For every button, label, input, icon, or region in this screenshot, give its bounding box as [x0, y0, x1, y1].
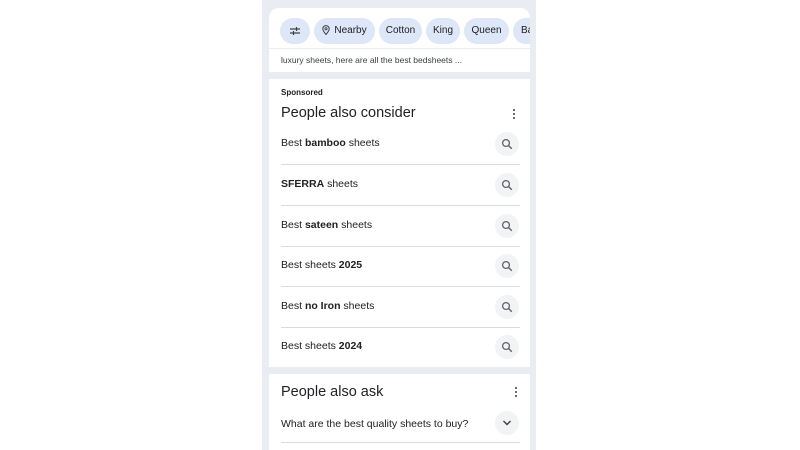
more-options-icon[interactable] — [513, 387, 519, 401]
filter-chip-truncated[interactable]: Ba — [513, 18, 530, 44]
chevron-down-icon — [503, 420, 511, 426]
related-search-row[interactable]: Best sateen sheets — [281, 206, 520, 247]
filter-chip-nearby[interactable]: Nearby — [314, 18, 375, 44]
search-button[interactable] — [495, 295, 519, 319]
related-search-row[interactable]: SFERRA sheets — [281, 165, 520, 206]
filter-chips-card: Nearby Cotton King Queen Ba luxury sheet… — [269, 8, 530, 72]
related-search-label: Best no Iron sheets — [281, 300, 375, 312]
divider — [269, 48, 530, 49]
search-icon — [501, 301, 513, 313]
filter-chip-label: King — [432, 25, 453, 36]
mobile-search-results: Nearby Cotton King Queen Ba luxury sheet… — [262, 0, 536, 450]
result-snippet: luxury sheets, here are all the best bed… — [281, 55, 462, 65]
search-button[interactable] — [495, 254, 519, 278]
filter-chip-cotton[interactable]: Cotton — [379, 18, 422, 44]
search-icon — [501, 138, 513, 150]
related-search-row[interactable]: Best no Iron sheets — [281, 287, 520, 328]
search-button[interactable] — [495, 335, 519, 359]
filter-chip-label: Nearby — [334, 25, 367, 36]
filter-sliders-icon — [290, 27, 300, 35]
related-search-label: SFERRA sheets — [281, 178, 359, 190]
filter-chip-label: Queen — [471, 25, 502, 36]
search-icon — [501, 341, 513, 353]
location-pin-icon — [322, 25, 331, 36]
search-button[interactable] — [495, 132, 519, 156]
search-icon — [501, 179, 513, 191]
section-title: People also consider — [281, 105, 416, 121]
related-search-row[interactable]: Best sheets 2025 — [281, 246, 520, 287]
question-row[interactable]: What are the best quality sheets to buy? — [281, 406, 520, 443]
expand-button[interactable] — [495, 411, 519, 435]
related-search-label: Best sheets 2025 — [281, 259, 363, 271]
filter-chip-row[interactable]: Nearby Cotton King Queen Ba — [280, 18, 530, 46]
related-search-row[interactable]: Best bamboo sheets — [281, 124, 520, 165]
search-button[interactable] — [495, 214, 519, 238]
section-title: People also ask — [281, 384, 384, 400]
filter-chip-label: Cotton — [385, 25, 416, 36]
related-search-label: Best bamboo sheets — [281, 137, 380, 149]
people-also-consider-card: Sponsored People also consider Best bamb… — [269, 79, 530, 367]
filter-chip-label: Ba — [521, 25, 530, 36]
search-button[interactable] — [495, 173, 519, 197]
sponsored-label: Sponsored — [281, 88, 323, 97]
filter-chip-queen[interactable]: Queen — [464, 18, 509, 44]
question-label: What are the best quality sheets to buy? — [281, 418, 469, 430]
filter-chip-king[interactable]: King — [426, 18, 460, 44]
related-search-label: Best sheets 2024 — [281, 340, 363, 352]
related-search-row[interactable]: Best sheets 2024 — [281, 327, 520, 367]
filter-chip-settings[interactable] — [280, 18, 310, 44]
more-options-icon[interactable] — [511, 109, 517, 123]
search-icon — [501, 220, 513, 232]
people-also-ask-card: People also ask What are the best qualit… — [269, 374, 530, 450]
related-search-label: Best sateen sheets — [281, 219, 373, 231]
search-icon — [501, 260, 513, 272]
